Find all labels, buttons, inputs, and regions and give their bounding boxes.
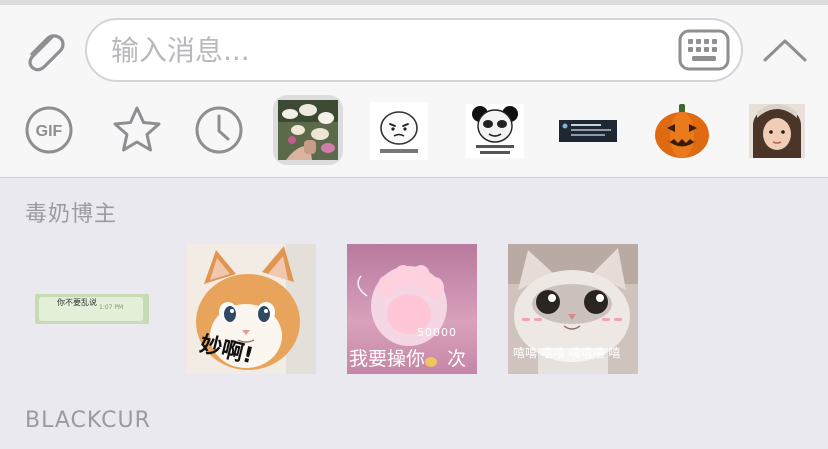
pumpkin-icon (655, 104, 709, 158)
composer-panel: GIF (0, 0, 828, 178)
sticker-set-portrait-tab[interactable] (749, 104, 805, 158)
keyboard-icon (678, 29, 730, 71)
sticker-keyboard: GIF (0, 0, 828, 449)
cat-miao-sticker[interactable]: 妙啊! (186, 244, 316, 374)
star-icon (113, 106, 161, 152)
cat-paw-caption: 我要操你 (349, 348, 426, 370)
portrait-thumbnail (749, 104, 805, 158)
flowers-thumbnail (278, 100, 338, 160)
chevron-up-icon (763, 39, 807, 62)
cat-giggle-sticker[interactable]: 嘻嘻 嘻嘻 嘻嘻嘻 嘻 (508, 244, 638, 374)
clock-icon (195, 106, 243, 154)
favorites-tab[interactable] (105, 98, 169, 162)
sticker-set-panda-tab[interactable] (466, 104, 524, 158)
panda-thumbnail (466, 104, 524, 158)
recent-tab[interactable] (187, 98, 251, 162)
sticker-section-title: 毒奶博主 (25, 202, 118, 227)
screenshot-thumbnail (559, 120, 617, 142)
sticker-set-pumpkin-tab[interactable] (652, 102, 712, 160)
message-input[interactable] (111, 20, 671, 80)
chat-bubble-time: 1:07 PM (99, 304, 124, 311)
keyboard-toggle-button[interactable] (677, 28, 731, 72)
cat-paw-caption-end: 次 (447, 348, 467, 370)
paperclip-icon (28, 34, 65, 72)
cat-paw-caption-number: 50000 (417, 326, 457, 339)
gif-icon: GIF (25, 106, 73, 154)
face-thumbnail (370, 102, 428, 160)
sticker-set-screenshot-tab[interactable] (559, 120, 617, 142)
cat-paw-sticker[interactable]: 50000 我要操你 次 (347, 244, 477, 374)
chat-bubble-image (35, 294, 149, 324)
cat-giggle-caption: 嘻嘻 嘻嘻 嘻嘻嘻 嘻 (513, 346, 621, 360)
chat-bubble-sticker[interactable]: 你不要乱说 1:07 PM (25, 244, 155, 374)
gif-tab[interactable]: GIF (17, 98, 81, 162)
gif-label: GIF (36, 123, 63, 140)
top-edge (0, 0, 828, 5)
sticker-section-title: BLACKCUR (25, 408, 151, 433)
collapse-button[interactable] (760, 32, 810, 68)
sticker-set-face-tab[interactable] (370, 102, 428, 160)
message-input-box (85, 18, 743, 82)
chat-bubble-text: 你不要乱说 (57, 298, 97, 307)
sticker-set-flowers-tab[interactable] (273, 95, 343, 165)
attach-button[interactable] (18, 25, 68, 75)
